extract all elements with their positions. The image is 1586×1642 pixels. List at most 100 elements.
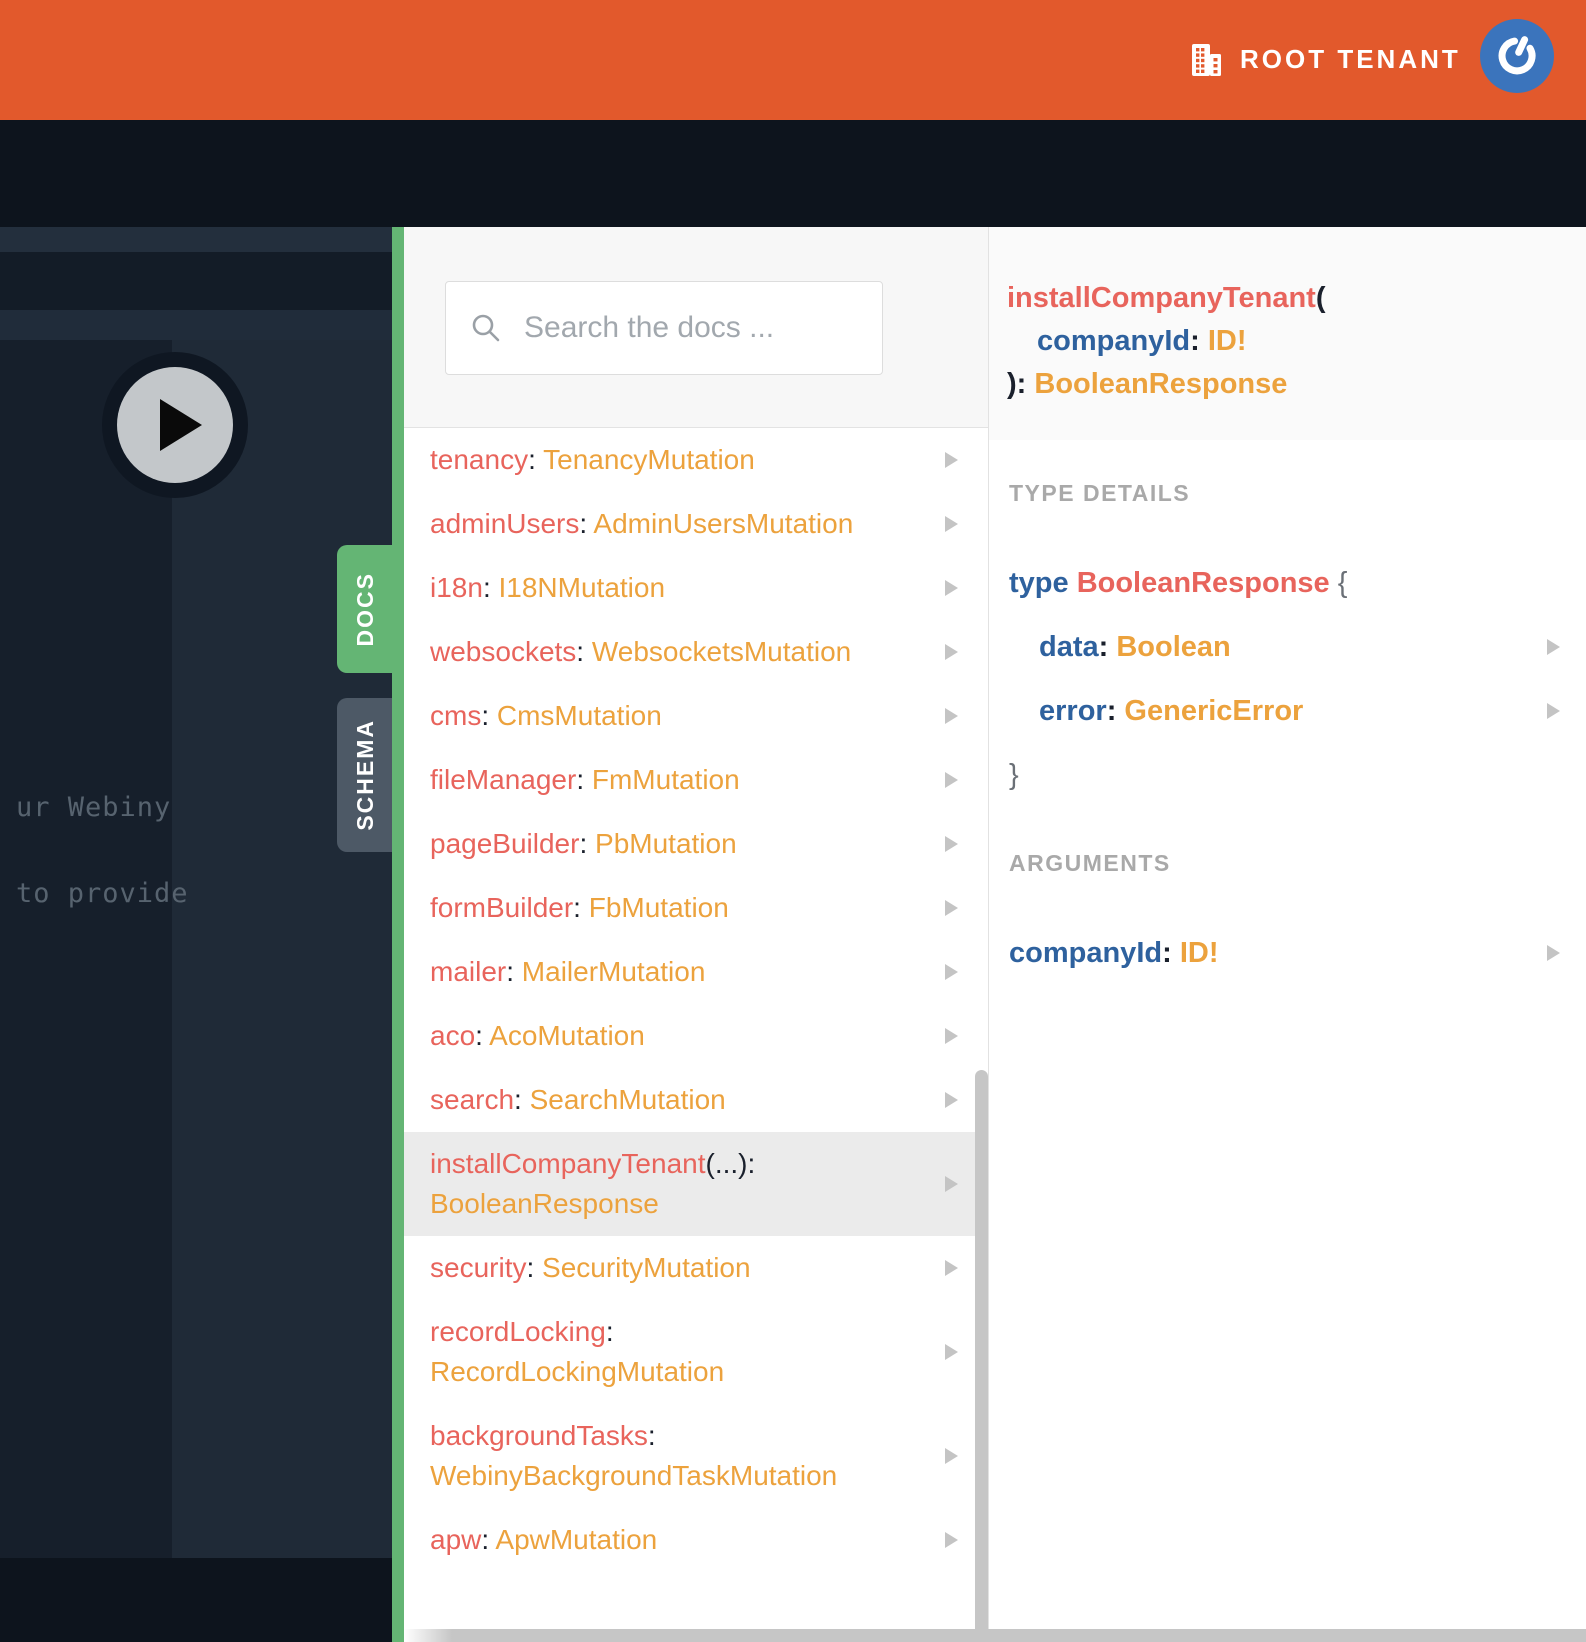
field-name: tenancy <box>430 444 529 475</box>
power-icon <box>1498 36 1536 75</box>
field-type-link[interactable]: FbMutation <box>589 892 729 923</box>
field-punctuation: (...): <box>705 1148 756 1179</box>
arguments-heading: ARGUMENTS <box>1009 850 1171 876</box>
field-name: fileManager <box>430 764 577 795</box>
expand-arrow-icon <box>945 516 958 532</box>
signature-arg-type[interactable]: ID! <box>1208 325 1247 357</box>
expand-arrow-icon <box>945 964 958 980</box>
signature-arg-name: companyId <box>1037 325 1191 357</box>
docs-item-mailer[interactable]: mailer: MailerMutation <box>404 940 988 1004</box>
field-punctuation: : <box>481 700 490 731</box>
tab-schema-label: SCHEMA <box>351 719 378 831</box>
expand-arrow-icon <box>945 708 958 724</box>
field-type-link[interactable]: ApwMutation <box>495 1524 657 1555</box>
expand-arrow-icon <box>945 1532 958 1548</box>
docs-item-cms[interactable]: cms: CmsMutation <box>404 684 988 748</box>
field-punctuation: : <box>605 1316 614 1347</box>
field-punctuation: : <box>573 892 581 923</box>
field-type-link[interactable]: WebinyBackgroundTaskMutation <box>430 1460 837 1491</box>
docs-item-installCompanyTenant[interactable]: installCompanyTenant(...): BooleanRespons… <box>404 1132 988 1236</box>
top-bar: ROOT TENANT <box>0 0 1586 120</box>
docs-item-security[interactable]: security: SecurityMutation <box>404 1236 988 1300</box>
editor-bottom-strip <box>0 1558 392 1642</box>
field-name: search <box>430 1084 515 1115</box>
field-name: installCompanyTenant <box>430 1148 706 1179</box>
type-declaration: type BooleanResponse { <box>1009 567 1348 599</box>
field-type-link[interactable]: MailerMutation <box>522 956 706 987</box>
field-signature: installCompanyTenant( companyId: ID! ): … <box>988 227 1586 440</box>
field-punctuation: : <box>526 1252 535 1283</box>
horizontal-scrollbar[interactable] <box>404 1629 1586 1642</box>
query-editor[interactable]: ur Webiny to provide <box>0 340 188 1558</box>
field-type-link[interactable]: WebsocketsMutation <box>592 636 851 667</box>
docs-item-tenancy[interactable]: tenancy: TenancyMutation <box>404 428 988 492</box>
signature-return-type[interactable]: BooleanResponse <box>1034 368 1287 400</box>
tab-docs-label: DOCS <box>351 571 378 647</box>
docs-vertical-scrollbar[interactable] <box>975 1070 988 1630</box>
field-punctuation: : <box>579 828 588 859</box>
field-name: pageBuilder <box>430 828 580 859</box>
expand-arrow-icon <box>945 1344 958 1360</box>
field-punctuation: : <box>576 636 585 667</box>
toolbar-band-dark <box>0 252 392 310</box>
docs-item-fileManager[interactable]: fileManager: FmMutation <box>404 748 988 812</box>
docs-item-websockets[interactable]: websockets: WebsocketsMutation <box>404 620 988 684</box>
argument-companyid[interactable]: companyId: ID! <box>1009 921 1586 985</box>
type-close-brace: } <box>1009 759 1019 791</box>
type-details-heading: TYPE DETAILS <box>1009 480 1191 506</box>
search-icon <box>472 314 500 342</box>
field-type-link[interactable]: I18NMutation <box>499 572 666 603</box>
field-punctuation: : <box>475 1020 483 1051</box>
docs-item-aco[interactable]: aco: AcoMutation <box>404 1004 988 1068</box>
field-type-link[interactable]: TenancyMutation <box>543 444 755 475</box>
field-punctuation: : <box>647 1420 656 1451</box>
docs-item-i18n[interactable]: i18n: I18NMutation <box>404 556 988 620</box>
field-name: websockets <box>430 636 577 667</box>
webiny-logo[interactable] <box>1480 19 1554 93</box>
field-name: i18n <box>430 572 483 603</box>
tab-schema[interactable]: SCHEMA <box>337 698 393 852</box>
docs-item-apw[interactable]: apw: ApwMutation <box>404 1508 988 1572</box>
field-type-link[interactable]: SearchMutation <box>530 1084 726 1115</box>
docs-search-input[interactable] <box>522 310 852 346</box>
type-field-data[interactable]: data: Boolean <box>1009 615 1586 679</box>
expand-arrow-icon <box>945 452 958 468</box>
field-punctuation: : <box>579 508 588 539</box>
field-name: recordLocking <box>430 1316 606 1347</box>
play-icon <box>117 367 233 483</box>
docs-item-formBuilder[interactable]: formBuilder: FbMutation <box>404 876 988 940</box>
field-type-link[interactable]: RecordLockingMutation <box>430 1356 724 1387</box>
docs-item-adminUsers[interactable]: adminUsers: AdminUsersMutation <box>404 492 988 556</box>
type-field-error[interactable]: error: GenericError <box>1009 679 1586 743</box>
docs-item-backgroundTasks[interactable]: backgroundTasks: WebinyBackgroundTaskMuta… <box>404 1404 988 1508</box>
field-type-link[interactable]: AdminUsersMutation <box>593 508 853 539</box>
field-name: mailer <box>430 956 507 987</box>
expand-arrow-icon <box>945 836 958 852</box>
field-type-link[interactable]: BooleanResponse <box>430 1188 659 1219</box>
signature-field-name: installCompanyTenant <box>1007 282 1316 314</box>
field-type-link[interactable]: PbMutation <box>595 828 737 859</box>
toolbar-band <box>0 227 392 252</box>
tab-docs[interactable]: DOCS <box>337 545 393 673</box>
field-name: apw <box>430 1524 482 1555</box>
expand-arrow-icon <box>945 900 958 916</box>
expand-arrow-icon <box>945 644 958 660</box>
field-type-link[interactable]: CmsMutation <box>497 700 662 731</box>
field-type-link[interactable]: AcoMutation <box>489 1020 645 1051</box>
docs-item-recordLocking[interactable]: recordLocking: RecordLockingMutation <box>404 1300 988 1404</box>
field-type-link[interactable]: SecurityMutation <box>542 1252 751 1283</box>
docs-search-box[interactable] <box>445 281 883 375</box>
graphql-playground-window: ROOT TENANT adless CMS - Preview API + <box>0 0 1586 1642</box>
code-line: ur Webiny <box>16 792 172 823</box>
docs-item-pageBuilder[interactable]: pageBuilder: PbMutation <box>404 812 988 876</box>
field-punctuation: : <box>514 1084 522 1115</box>
expand-arrow-icon <box>1547 639 1560 655</box>
execute-query-button[interactable] <box>102 352 248 498</box>
expand-arrow-icon <box>945 1028 958 1044</box>
type-name-link[interactable]: BooleanResponse <box>1077 567 1330 599</box>
tenant-switcher[interactable]: ROOT TENANT <box>1240 44 1461 75</box>
docs-item-search[interactable]: search: SearchMutation <box>404 1068 988 1132</box>
expand-arrow-icon <box>945 1176 958 1192</box>
field-type-link[interactable]: FmMutation <box>592 764 740 795</box>
session-tab-bar: adless CMS - Preview API + <box>0 120 1586 347</box>
